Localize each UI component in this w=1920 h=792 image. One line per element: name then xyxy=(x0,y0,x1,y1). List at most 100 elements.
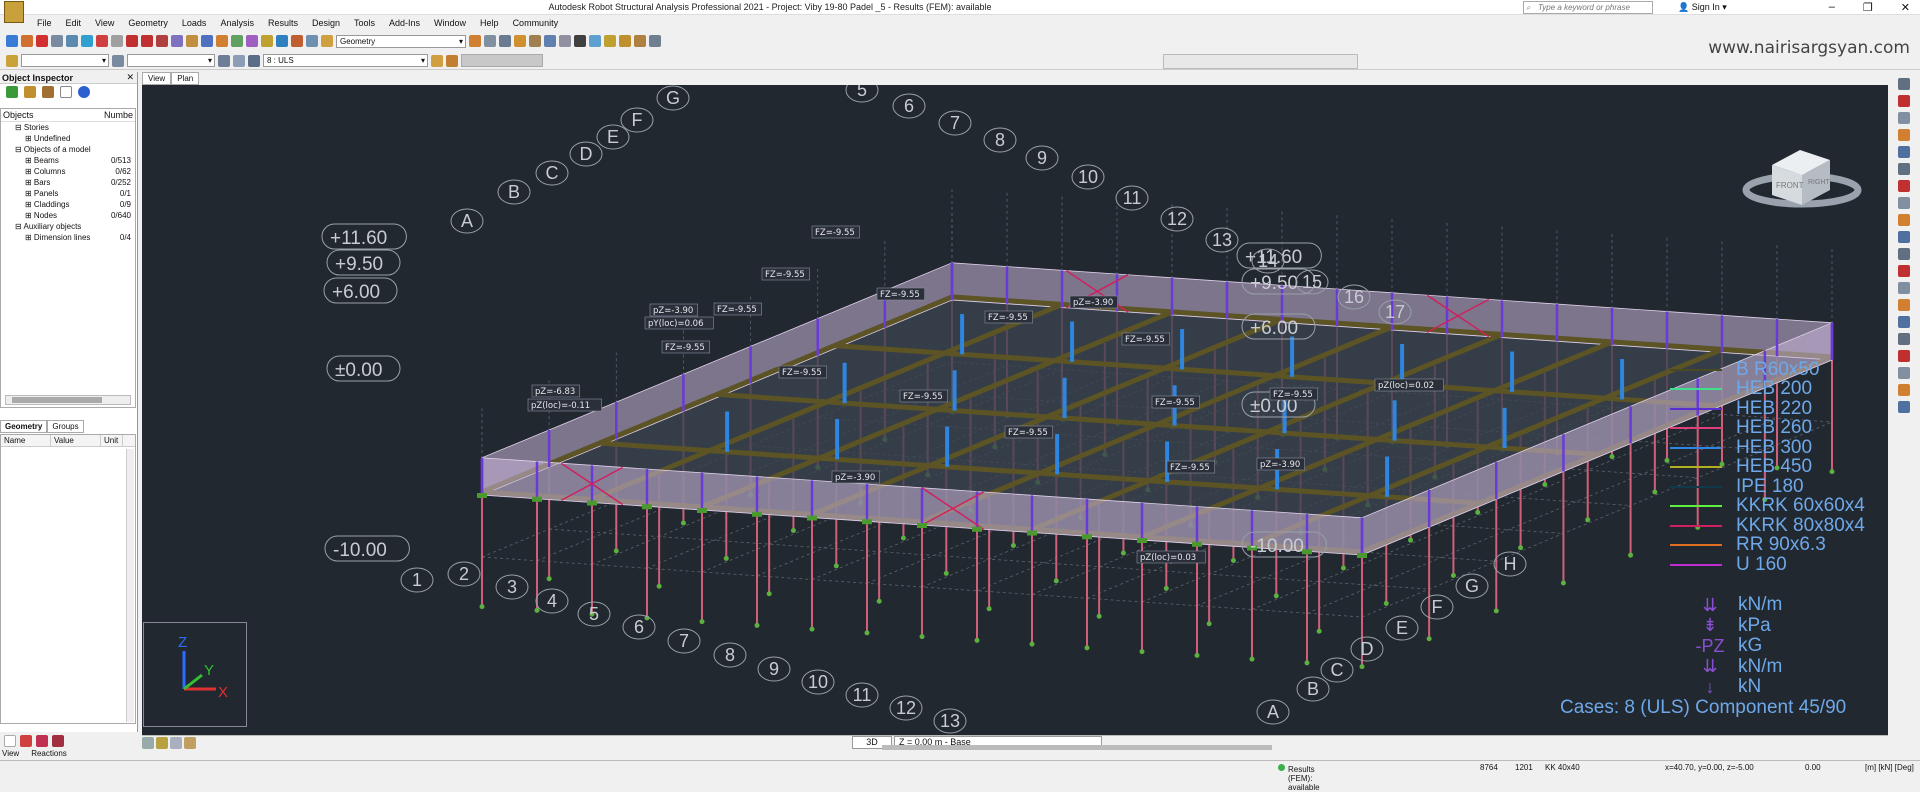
snap-toolbar[interactable] xyxy=(1163,54,1358,69)
right-tool-icon[interactable] xyxy=(1898,163,1910,175)
right-tool-icon[interactable] xyxy=(1898,367,1910,379)
toolbar-icon[interactable] xyxy=(306,35,318,47)
menu-results[interactable]: Results xyxy=(261,16,305,30)
right-tool-icon[interactable] xyxy=(1898,180,1910,192)
tree-item[interactable]: ⊞ Columns 0/62 xyxy=(1,166,135,177)
tab-groups[interactable]: Groups xyxy=(47,420,84,433)
toolbar-icon[interactable] xyxy=(111,35,123,47)
right-tool-icon[interactable] xyxy=(1898,401,1910,413)
tree-item[interactable]: ⊞ Panels 0/1 xyxy=(1,188,135,199)
right-tool-icon[interactable] xyxy=(1898,95,1910,107)
menu-design[interactable]: Design xyxy=(305,16,347,30)
right-tool-icon[interactable] xyxy=(1898,197,1910,209)
tool-icon[interactable] xyxy=(36,735,48,747)
properties-scrollbar[interactable] xyxy=(126,449,134,722)
toolbar-icon[interactable] xyxy=(156,35,168,47)
toolbar-icon[interactable] xyxy=(649,35,661,47)
toolbar-icon[interactable] xyxy=(559,35,571,47)
toolbar-icon[interactable] xyxy=(51,35,63,47)
tab-view[interactable]: View xyxy=(142,72,172,85)
toolbar-icon[interactable] xyxy=(529,35,541,47)
horizontal-scrollbar[interactable] xyxy=(882,745,1272,750)
layer-icon[interactable] xyxy=(170,736,182,749)
layer-icon[interactable] xyxy=(142,736,154,749)
toolbar-icon[interactable] xyxy=(96,35,108,47)
right-tool-icon[interactable] xyxy=(1898,316,1910,328)
toolbar-icon[interactable] xyxy=(574,35,586,47)
close-icon[interactable]: ✕ xyxy=(126,72,134,83)
structure-model[interactable]: +11.60+9.50+6.00±0.00-10.00+11.60+9.50+6… xyxy=(142,85,1888,735)
toolbar-icon[interactable] xyxy=(619,35,631,47)
toolbar-icon[interactable] xyxy=(291,35,303,47)
toolbar-icon[interactable] xyxy=(604,35,616,47)
toolbar-icon[interactable] xyxy=(276,35,288,47)
help-search-input[interactable]: ⌕ Type a keyword or phrase xyxy=(1523,1,1653,14)
tree-scrollbar[interactable] xyxy=(5,395,131,405)
table-icon[interactable] xyxy=(233,54,245,67)
toolbar-icon[interactable] xyxy=(141,35,153,47)
layer-icon[interactable] xyxy=(156,736,168,749)
toolbar-icon[interactable] xyxy=(186,35,198,47)
menu-geometry[interactable]: Geometry xyxy=(121,16,175,30)
right-tool-icon[interactable] xyxy=(1898,129,1910,141)
menu-edit[interactable]: Edit xyxy=(59,16,89,30)
tab-footer-view[interactable]: View xyxy=(2,749,19,760)
menu-addins[interactable]: Add-Ins xyxy=(382,16,427,30)
group-icon[interactable] xyxy=(42,86,54,98)
bar-icon[interactable] xyxy=(112,54,124,67)
tree-item[interactable]: ⊞ Claddings 0/9 xyxy=(1,199,135,210)
menu-window[interactable]: Window xyxy=(427,16,473,30)
menu-file[interactable]: File xyxy=(30,16,59,30)
tree-item[interactable]: ⊞ Nodes 0/640 xyxy=(1,210,135,221)
menu-loads[interactable]: Loads xyxy=(175,16,214,30)
toolbar-icon[interactable] xyxy=(484,35,496,47)
right-tool-icon[interactable] xyxy=(1898,299,1910,311)
menu-tools[interactable]: Tools xyxy=(347,16,382,30)
tree-item[interactable]: ⊟ Auxiliary objects xyxy=(1,221,135,232)
toolbar-icon[interactable] xyxy=(36,35,48,47)
tree-item[interactable]: ⊟ Stories xyxy=(1,122,135,133)
toolbar-icon[interactable] xyxy=(201,35,213,47)
node-select[interactable] xyxy=(21,54,109,67)
right-tool-icon[interactable] xyxy=(1898,282,1910,294)
tool-icon[interactable] xyxy=(52,735,64,747)
menu-view[interactable]: View xyxy=(88,16,121,30)
combo-icon[interactable] xyxy=(446,54,458,67)
right-tool-icon[interactable] xyxy=(1898,384,1910,396)
tool-icon[interactable] xyxy=(4,735,16,747)
toolbar-icon[interactable] xyxy=(514,35,526,47)
minimize-icon[interactable]: – xyxy=(1829,1,1835,14)
structural-3d-viewport[interactable]: +11.60 +9.50 +6.00 ±0.00 -10.00 +11.60 +9.50 +6… xyxy=(142,85,1888,735)
close-icon[interactable]: ✕ xyxy=(1901,1,1910,14)
toolbar-icon[interactable] xyxy=(231,35,243,47)
toolbar-icon[interactable] xyxy=(544,35,556,47)
toolbar-icon[interactable] xyxy=(634,35,646,47)
tree-icon[interactable] xyxy=(24,86,36,98)
object-tree[interactable]: Objects Numbe ⊟ Stories ⊞ Undefined ⊟ Objec… xyxy=(0,108,136,408)
view-cube[interactable]: FRONT RIGHT xyxy=(1742,120,1862,210)
menu-community[interactable]: Community xyxy=(506,16,566,30)
menu-help[interactable]: Help xyxy=(473,16,506,30)
right-tool-icon[interactable] xyxy=(1898,214,1910,226)
toolbar-icon[interactable] xyxy=(81,35,93,47)
toolbar-icon[interactable] xyxy=(21,35,33,47)
toolbar-icon[interactable] xyxy=(171,35,183,47)
toolbar-icon[interactable] xyxy=(589,35,601,47)
right-tool-icon[interactable] xyxy=(1898,146,1910,158)
toolbar-icon[interactable] xyxy=(246,35,258,47)
bar-select[interactable] xyxy=(127,54,215,67)
units-display[interactable]: [m] [kN] [Deg] xyxy=(1865,763,1914,772)
tab-plan[interactable]: Plan xyxy=(171,72,200,85)
scroll-thumb[interactable] xyxy=(12,397,102,403)
restore-icon[interactable]: ❐ xyxy=(1863,1,1873,14)
pointer-icon[interactable] xyxy=(6,54,18,67)
toolbar-icon[interactable] xyxy=(499,35,511,47)
toolbar-icon[interactable] xyxy=(126,35,138,47)
right-tool-icon[interactable] xyxy=(1898,350,1910,362)
layout-select[interactable]: Geometry xyxy=(336,34,466,48)
right-tool-icon[interactable] xyxy=(1898,265,1910,277)
tab-reactions[interactable]: Reactions xyxy=(31,749,67,760)
toolbar-icon[interactable] xyxy=(321,35,333,47)
tree-item[interactable]: ⊞ Beams 0/513 xyxy=(1,155,135,166)
toolbar-icon[interactable] xyxy=(469,35,481,47)
